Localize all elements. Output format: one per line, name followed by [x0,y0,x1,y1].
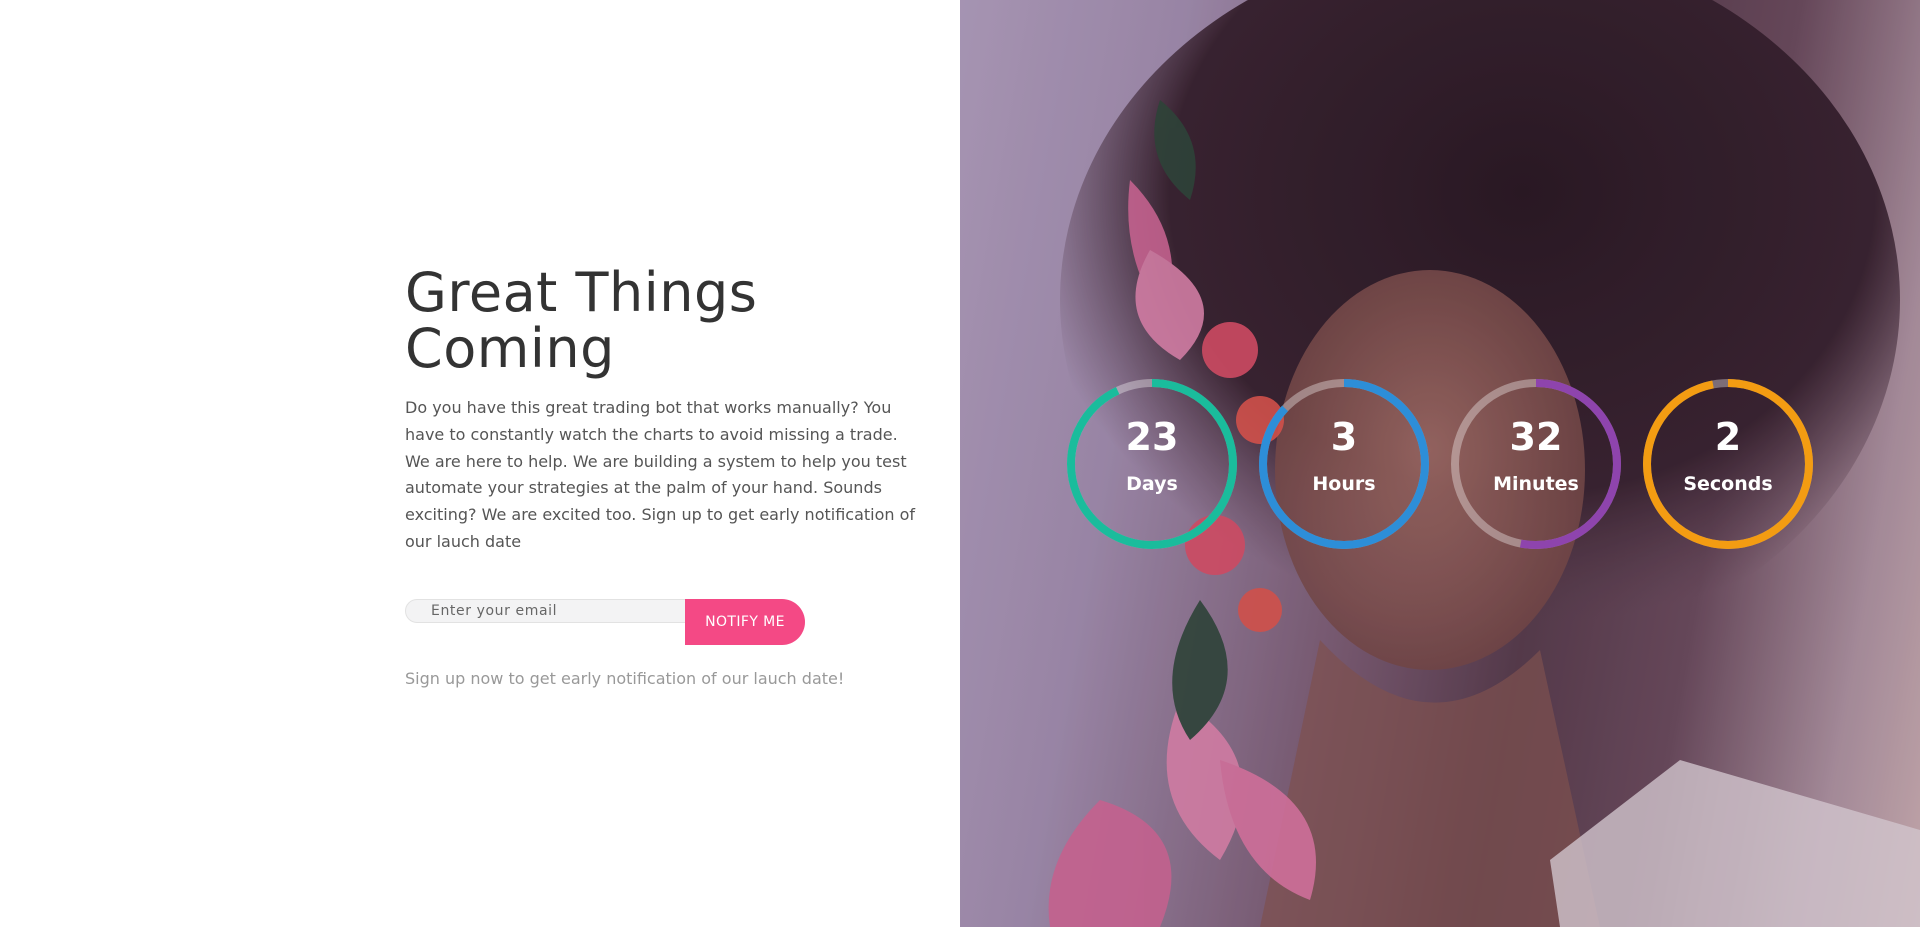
hours-label: Hours [1312,473,1376,495]
page-title: Great Things Coming [405,261,758,380]
countdown-timer: 23 Days 3 Hours 32 Minutes 2 Seconds [960,0,1920,927]
seconds-label: Seconds [1683,473,1773,495]
countdown-seconds: 2 Seconds [1641,377,1815,551]
days-label: Days [1126,473,1178,495]
countdown-days: 23 Days [1065,377,1239,551]
hours-value: 3 [1330,415,1358,459]
countdown-hours: 3 Hours [1257,377,1431,551]
hero-description: Do you have this great trading bot that … [405,398,916,551]
signup-note: Sign up now to get early notification of… [405,668,845,688]
seconds-progress-ring [1643,379,1813,549]
left-panel: Great Things Coming Do you have this gre… [0,0,960,927]
notify-me-button[interactable]: NOTIFY ME [685,598,805,645]
minutes-progress-ring [1451,379,1621,549]
days-value: 23 [1125,415,1179,459]
days-progress-ring [1067,379,1237,549]
hero-content: Great Things Coming Do you have this gre… [405,265,925,688]
minutes-value: 32 [1509,415,1563,459]
hero-image-panel: 23 Days 3 Hours 32 Minutes 2 Seconds [960,0,1920,927]
signup-form: NOTIFY ME [405,598,805,645]
hours-progress-ring [1259,379,1429,549]
minutes-label: Minutes [1493,473,1579,495]
seconds-value: 2 [1714,415,1742,459]
email-field[interactable] [405,598,705,623]
countdown-minutes: 32 Minutes [1449,377,1623,551]
